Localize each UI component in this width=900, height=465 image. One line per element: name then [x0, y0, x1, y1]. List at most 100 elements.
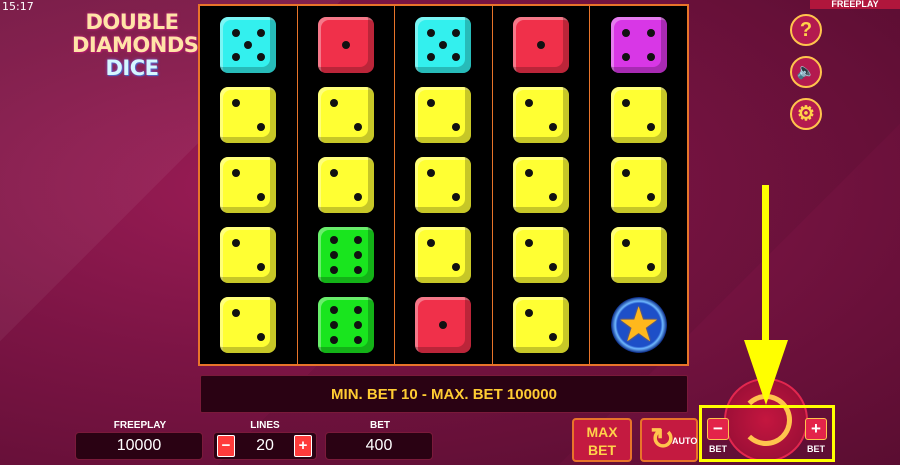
- die-pip: [354, 306, 363, 315]
- die-yellow: [513, 87, 570, 143]
- bet-decrease-label: BET: [709, 444, 727, 454]
- die-yellow: [220, 87, 277, 143]
- reel-1: [200, 6, 298, 364]
- plus-icon: +: [805, 418, 827, 440]
- die-pip: [354, 265, 363, 274]
- die-yellow: [610, 227, 667, 283]
- die-pip: [329, 265, 338, 274]
- die-cyan: [415, 17, 472, 73]
- die-pip: [622, 168, 631, 177]
- die-pip: [427, 98, 436, 107]
- lines-label: LINES: [250, 420, 280, 431]
- bet-range-message: MIN. BET 10 - MAX. BET 100000: [200, 375, 688, 413]
- reel-3: [395, 6, 493, 364]
- die-pip: [451, 28, 460, 37]
- minus-icon: −: [707, 418, 729, 440]
- die-pip: [646, 263, 655, 272]
- die-yellow: [317, 87, 374, 143]
- die-pip: [256, 28, 265, 37]
- die-pip: [231, 168, 240, 177]
- die-pip: [451, 193, 460, 202]
- logo-line-1: DOUBLE: [85, 10, 179, 34]
- die-green: [317, 297, 374, 353]
- die-pip: [646, 28, 655, 37]
- die-yellow: [415, 157, 472, 213]
- star-icon: ★: [610, 297, 667, 353]
- bet-value: 400: [325, 432, 433, 460]
- sound-muted-icon: 🔈: [796, 63, 816, 80]
- die-yellow: [610, 87, 667, 143]
- die-pip: [549, 193, 558, 202]
- die-magenta: [610, 17, 667, 73]
- die-pip: [256, 123, 265, 132]
- die-pip: [329, 168, 338, 177]
- die-pip: [427, 53, 436, 62]
- die-pip: [354, 193, 363, 202]
- annotation-arrow-head: [744, 340, 788, 405]
- reel-5: ★: [590, 6, 687, 364]
- sound-button[interactable]: 🔈: [790, 56, 822, 88]
- auto-label: AUTO: [672, 436, 698, 446]
- die-yellow: [415, 87, 472, 143]
- max-bet-label-line2: BET: [588, 442, 616, 458]
- lines-decrease-button[interactable]: −: [217, 435, 235, 457]
- die-pip: [231, 28, 240, 37]
- die-yellow: [415, 227, 472, 283]
- die-green: [317, 227, 374, 283]
- max-bet-label-line1: MAX: [586, 424, 618, 440]
- die-pip: [451, 263, 460, 272]
- autoplay-button[interactable]: ↻ AUTO: [640, 418, 698, 462]
- lines-increase-button[interactable]: +: [294, 435, 312, 457]
- die-pip: [646, 193, 655, 202]
- reels-grid: ★: [198, 4, 689, 366]
- die-pip: [256, 53, 265, 62]
- die-pip: [329, 335, 338, 344]
- die-pip: [231, 98, 240, 107]
- settings-gear-icon: ⚙: [797, 103, 815, 125]
- max-bet-button[interactable]: MAX BET: [572, 418, 632, 462]
- die-pip: [439, 41, 448, 49]
- die-pip: [256, 193, 265, 202]
- die-pip: [354, 236, 363, 245]
- bet-decrease-button[interactable]: − BET: [704, 418, 732, 458]
- help-button[interactable]: ?: [790, 14, 822, 46]
- die-yellow: [513, 227, 570, 283]
- die-pip: [427, 168, 436, 177]
- die-yellow: [220, 157, 277, 213]
- settings-button[interactable]: ⚙: [790, 98, 822, 130]
- die-pip: [549, 333, 558, 342]
- die-pip: [524, 308, 533, 317]
- die-pip: [244, 41, 253, 49]
- die-pip: [231, 53, 240, 62]
- die-pip: [329, 251, 338, 259]
- die-yellow: [220, 227, 277, 283]
- die-pip: [329, 306, 338, 315]
- die-red: [317, 17, 374, 73]
- bet-increase-label: BET: [807, 444, 825, 454]
- annotation-arrow-shaft: [762, 185, 769, 345]
- logo-line-3: DICE: [105, 56, 159, 80]
- die-pip: [622, 28, 631, 37]
- bet-label: BET: [370, 420, 390, 431]
- die-pip: [329, 321, 338, 329]
- die-pip: [341, 41, 350, 49]
- bet-increase-button[interactable]: + BET: [802, 418, 830, 458]
- die-pip: [622, 53, 631, 62]
- die-pip: [524, 98, 533, 107]
- die-pip: [231, 308, 240, 317]
- die-pip: [354, 335, 363, 344]
- die-red: [513, 17, 570, 73]
- die-pip: [537, 41, 546, 49]
- die-pip: [231, 238, 240, 247]
- die-pip: [329, 236, 338, 245]
- die-pip: [451, 123, 460, 132]
- die-yellow: [220, 297, 277, 353]
- balance-label: FREEPLAY: [113, 420, 167, 431]
- die-pip: [256, 333, 265, 342]
- die-yellow: [610, 157, 667, 213]
- die-pip: [549, 263, 558, 272]
- die-pip: [622, 238, 631, 247]
- die-pip: [256, 263, 265, 272]
- status-time: 15:17: [2, 0, 34, 13]
- die-pip: [646, 123, 655, 132]
